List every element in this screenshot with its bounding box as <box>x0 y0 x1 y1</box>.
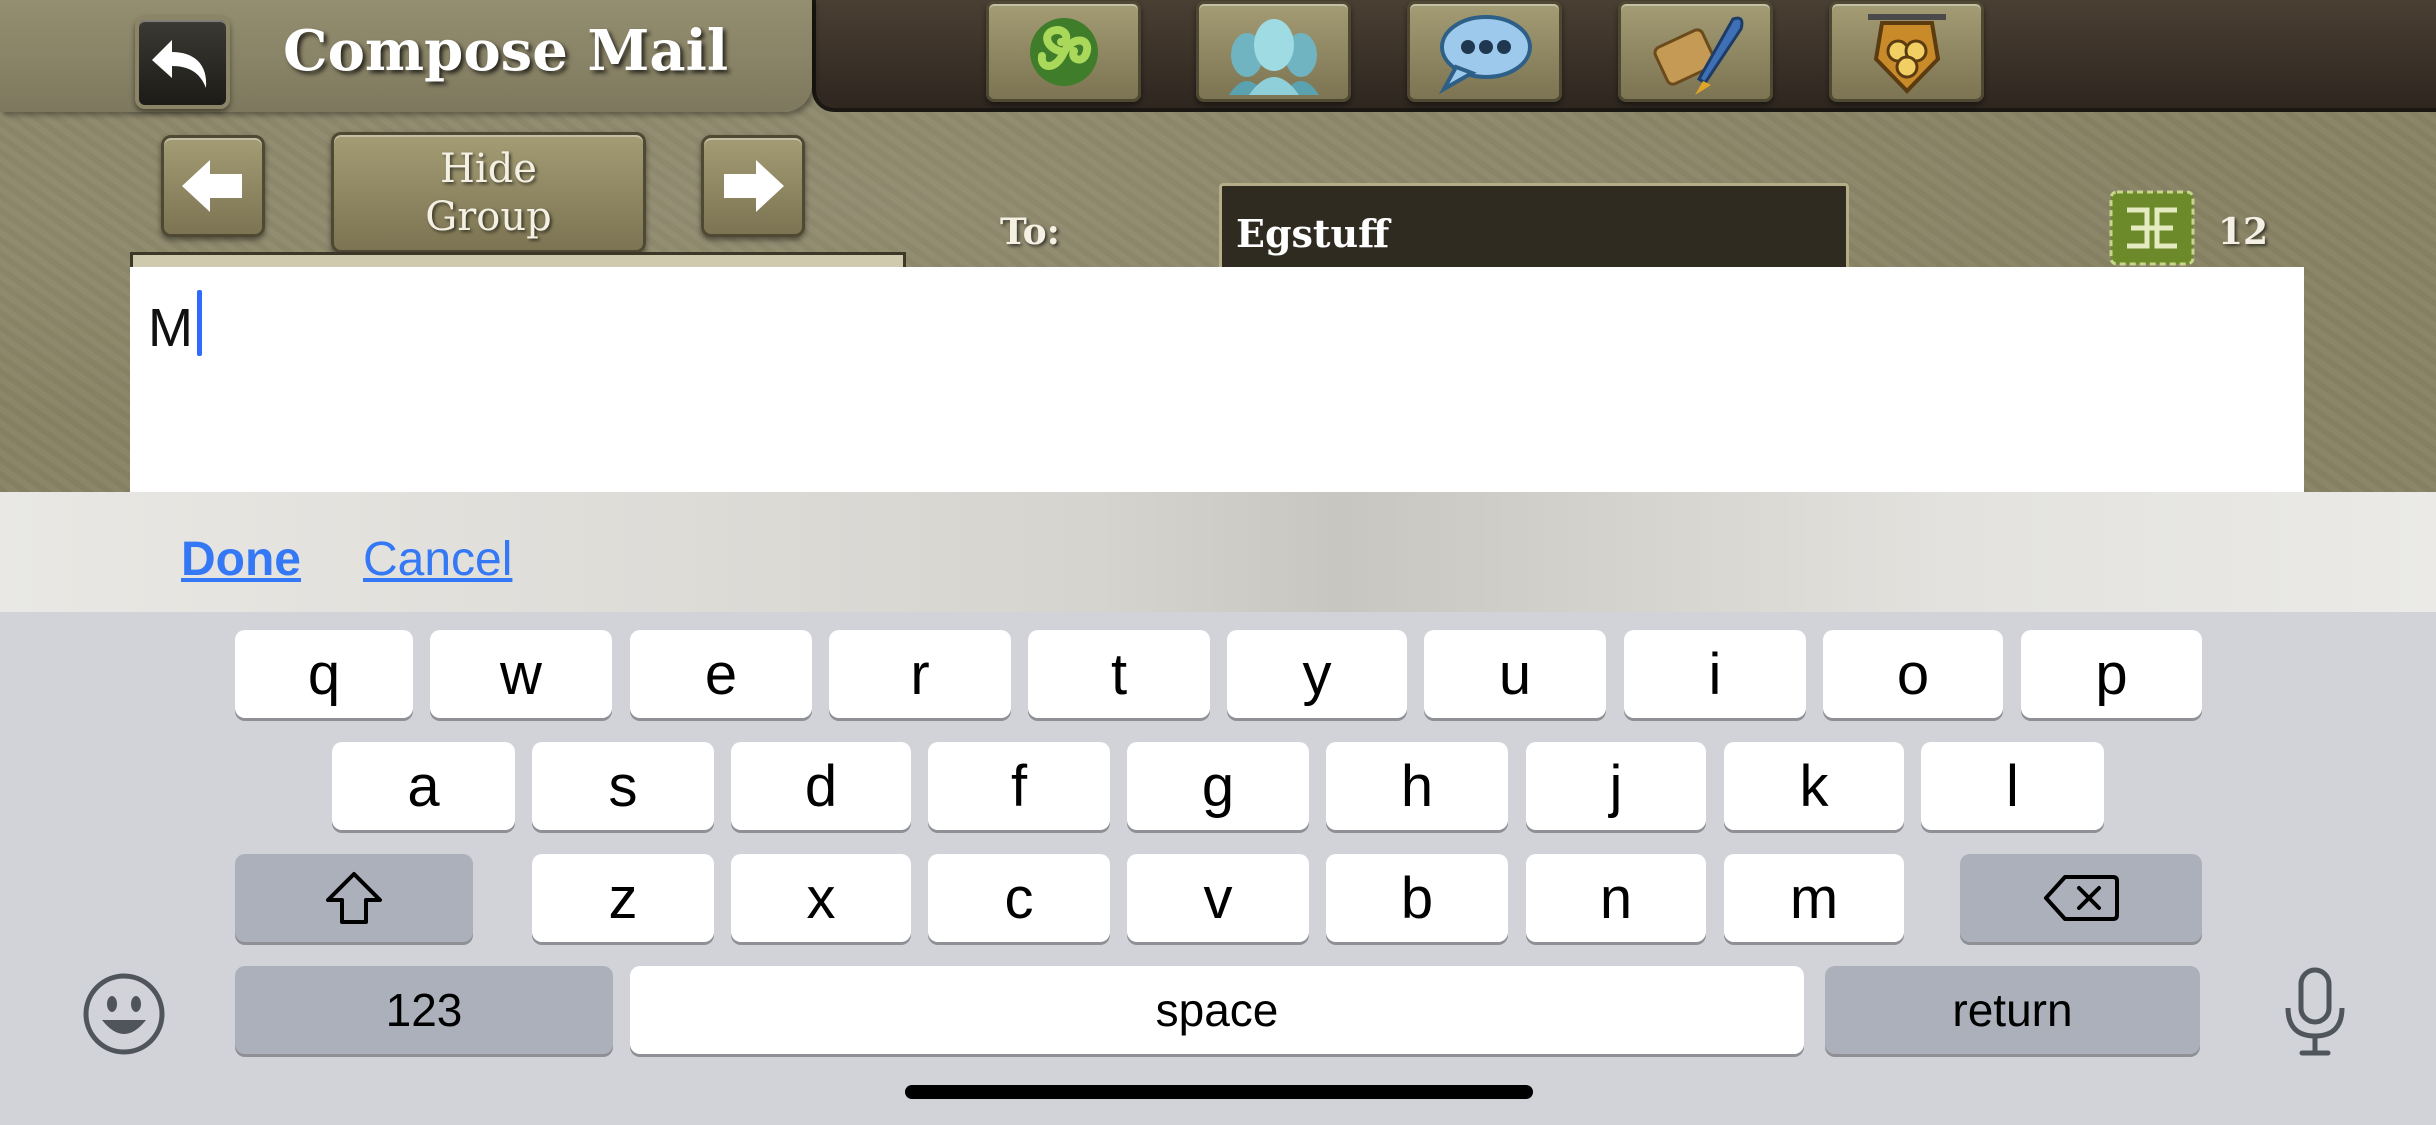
key-u[interactable]: u <box>1424 630 1606 718</box>
done-button[interactable]: Done <box>181 532 301 587</box>
triskele-icon[interactable] <box>986 1 1141 102</box>
microphone-icon <box>2285 967 2345 1056</box>
undo-arrow-icon <box>151 39 206 88</box>
scroll-quill-icon[interactable] <box>1618 1 1773 102</box>
key-h[interactable]: h <box>1326 742 1508 830</box>
shift-arrow-icon <box>326 872 382 924</box>
key-l[interactable]: l <box>1921 742 2104 830</box>
back-button[interactable] <box>135 16 230 109</box>
key-b[interactable]: b <box>1326 854 1508 942</box>
arrow-right-icon <box>724 160 784 212</box>
keyboard-accessory-bar: Done Cancel <box>0 492 2436 612</box>
arrow-left-icon <box>182 160 242 212</box>
key-z[interactable]: z <box>532 854 714 942</box>
return-key[interactable]: return <box>1825 966 2200 1054</box>
key-g[interactable]: g <box>1127 742 1309 830</box>
key-o[interactable]: o <box>1823 630 2003 718</box>
key-w[interactable]: w <box>430 630 612 718</box>
emoji-button[interactable] <box>80 970 168 1058</box>
key-p[interactable]: p <box>2021 630 2202 718</box>
key-x[interactable]: x <box>731 854 911 942</box>
hide-group-label-line2: Group <box>425 193 552 240</box>
shift-key[interactable] <box>235 854 473 942</box>
backspace-icon <box>2044 875 2119 921</box>
key-a[interactable]: a <box>332 742 515 830</box>
key-d[interactable]: d <box>731 742 911 830</box>
text-caret <box>197 290 202 356</box>
numbers-key[interactable]: 123 <box>235 966 613 1054</box>
space-key[interactable]: space <box>630 966 1804 1054</box>
onscreen-keyboard: q w e r t y u i o p a s d f g h j k l z … <box>0 612 2436 1125</box>
key-m[interactable]: m <box>1724 854 1904 942</box>
previous-button[interactable] <box>161 135 265 237</box>
key-f[interactable]: f <box>928 742 1110 830</box>
next-button[interactable] <box>701 135 805 237</box>
message-text: M <box>148 298 193 358</box>
delete-key[interactable] <box>1960 854 2202 942</box>
guild-shield-icon[interactable] <box>1829 1 1984 102</box>
key-e[interactable]: e <box>630 630 812 718</box>
hide-group-label-line1: Hide <box>440 145 537 192</box>
key-v[interactable]: v <box>1127 854 1309 942</box>
key-k[interactable]: k <box>1724 742 1904 830</box>
key-q[interactable]: q <box>235 630 413 718</box>
key-r[interactable]: r <box>829 630 1011 718</box>
stamp-icon <box>2107 188 2197 268</box>
top-nav-bar <box>812 0 2436 112</box>
hide-group-button[interactable]: Hide Group <box>331 132 646 253</box>
key-t[interactable]: t <box>1028 630 1210 718</box>
stamp-count: 12 <box>2218 211 2269 253</box>
key-c[interactable]: c <box>928 854 1110 942</box>
group-heads-icon[interactable] <box>1196 1 1351 102</box>
cancel-button[interactable]: Cancel <box>363 532 512 587</box>
key-j[interactable]: j <box>1526 742 1706 830</box>
game-screen: Compose Mail Hide Group To: Egstuff 12 M <box>0 0 2436 492</box>
chat-bubble-icon[interactable] <box>1407 1 1562 102</box>
emoji-icon <box>83 973 165 1055</box>
to-label: To: <box>1000 211 1060 253</box>
message-body-input[interactable]: M <box>130 267 2304 492</box>
key-y[interactable]: y <box>1227 630 1407 718</box>
key-i[interactable]: i <box>1624 630 1806 718</box>
dictation-button[interactable] <box>2270 964 2360 1060</box>
page-title: Compose Mail <box>283 18 729 84</box>
home-indicator <box>905 1085 1533 1099</box>
key-s[interactable]: s <box>532 742 714 830</box>
key-n[interactable]: n <box>1526 854 1706 942</box>
